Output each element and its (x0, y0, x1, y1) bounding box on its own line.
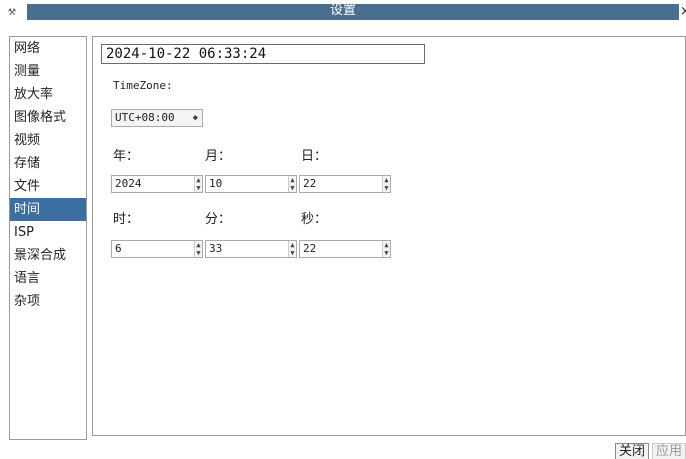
day-label: 日： (301, 149, 328, 164)
day-value: 22 (303, 177, 317, 190)
timezone-label: TimeZone: (113, 79, 173, 92)
year-label: 年： (113, 149, 140, 164)
spin-arrows-icon[interactable]: ▲ ▼ (382, 176, 390, 192)
title-bar: ⚒ 设置 × (0, 0, 686, 22)
timezone-select[interactable]: UTC+08:00 ◆ (111, 109, 203, 127)
hour-spinbox[interactable]: 6 ▲ ▼ (111, 240, 203, 258)
close-icon[interactable]: × (680, 4, 686, 20)
sidebar-item-storage[interactable]: 存储 (10, 152, 86, 175)
spin-arrows-icon[interactable]: ▲ ▼ (194, 176, 202, 192)
sidebar-item-measure[interactable]: 测量 (10, 60, 86, 83)
hour-label: 时： (113, 212, 140, 227)
second-value: 22 (303, 242, 317, 255)
month-label: 月： (205, 149, 232, 164)
minute-spinbox[interactable]: 33 ▲ ▼ (205, 240, 297, 258)
month-spinbox[interactable]: 10 ▲ ▼ (205, 175, 297, 193)
month-value: 10 (209, 177, 223, 190)
select-arrow-icon: ◆ (192, 113, 198, 123)
sidebar-item-network[interactable]: 网络 (10, 37, 86, 60)
spin-arrows-icon[interactable]: ▲ ▼ (382, 241, 390, 257)
spin-arrows-icon[interactable]: ▲ ▼ (288, 176, 296, 192)
second-label: 秒： (301, 212, 328, 227)
current-datetime-display: 2024-10-22 06:33:24 (101, 44, 425, 64)
timezone-value: UTC+08:00 (115, 111, 175, 124)
close-button[interactable]: 关闭 (615, 443, 650, 459)
minute-label: 分： (205, 212, 232, 227)
window-title: 设置 (329, 3, 356, 18)
sidebar-item-isp[interactable]: ISP (10, 221, 86, 244)
sidebar-item-image-format[interactable]: 图像格式 (10, 106, 86, 129)
apply-button[interactable]: 应用 (652, 443, 686, 459)
spin-arrows-icon[interactable]: ▲ ▼ (194, 241, 202, 257)
sidebar-item-misc[interactable]: 杂项 (10, 290, 86, 313)
sidebar-item-time[interactable]: 时间 (10, 198, 86, 221)
second-spinbox[interactable]: 22 ▲ ▼ (299, 240, 391, 258)
minute-value: 33 (209, 242, 223, 255)
year-value: 2024 (115, 177, 142, 190)
sidebar-item-video[interactable]: 视频 (10, 129, 86, 152)
sidebar-item-file[interactable]: 文件 (10, 175, 86, 198)
spin-arrows-icon[interactable]: ▲ ▼ (288, 241, 296, 257)
sidebar-item-magnification[interactable]: 放大率 (10, 83, 86, 106)
sidebar-item-language[interactable]: 语言 (10, 267, 86, 290)
sidebar-item-focus-stacking[interactable]: 景深合成 (10, 244, 86, 267)
day-spinbox[interactable]: 22 ▲ ▼ (299, 175, 391, 193)
time-settings-panel: 2024-10-22 06:33:24 TimeZone: UTC+08:00 … (92, 36, 686, 436)
hour-value: 6 (115, 242, 122, 255)
year-spinbox[interactable]: 2024 ▲ ▼ (111, 175, 203, 193)
settings-sidebar: 网络 测量 放大率 图像格式 视频 存储 文件 时间 ISP 景深合成 语言 杂… (9, 36, 87, 440)
